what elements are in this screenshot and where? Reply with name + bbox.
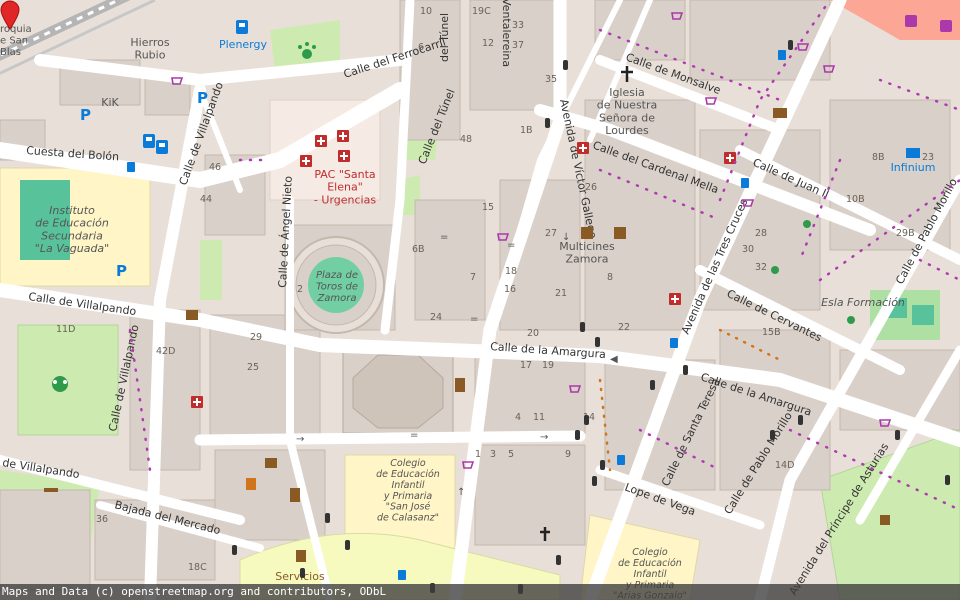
map-canvas[interactable]: Cuesta del Bolón Calle de Villalpando Ca… <box>0 0 960 600</box>
svg-text:→: → <box>296 434 304 445</box>
fuel-icon <box>236 20 248 34</box>
svg-text:↓: ↓ <box>562 232 570 243</box>
hn-7: 7 <box>470 272 476 283</box>
hn-8: 8 <box>607 272 613 283</box>
hn-19: 19 <box>542 360 554 371</box>
hn-12: 12 <box>482 38 494 49</box>
poi-kik: KiK <box>101 96 119 109</box>
parking-icon: P <box>116 262 127 280</box>
street-ventalereina: Ventalereina <box>500 0 513 67</box>
parking-icon: P <box>80 106 91 124</box>
parking-icon: P <box>197 89 208 107</box>
hn-22: 22 <box>618 322 630 333</box>
hn-1b: 1B <box>520 125 533 136</box>
restaurant-icon <box>246 478 256 490</box>
svg-text:=: = <box>507 240 515 251</box>
fuel-icon <box>143 134 155 148</box>
hn-3: 3 <box>490 449 496 460</box>
hn-23: 23 <box>922 152 934 163</box>
map-view[interactable]: Cuesta del Bolón Calle de Villalpando Ca… <box>0 0 960 600</box>
hn-9: 9 <box>565 449 571 460</box>
bench-icon <box>44 488 58 492</box>
hn-2: 2 <box>297 284 303 295</box>
hn-35: 35 <box>545 74 557 85</box>
hn-16: 16 <box>504 284 516 295</box>
atm-icon <box>773 108 787 118</box>
hn-32: 32 <box>755 262 767 273</box>
hn-29: 29 <box>250 332 262 343</box>
poi-plenergy: Plenergy <box>219 38 268 51</box>
hn-6: 6 <box>418 42 424 53</box>
hn-48: 48 <box>460 134 472 145</box>
hn-37: 37 <box>512 40 524 51</box>
hn-25: 25 <box>247 362 259 373</box>
svg-text:=: = <box>440 232 448 243</box>
hn-8b: 8B <box>872 152 885 163</box>
hn-5: 5 <box>508 449 514 460</box>
svg-text:↑: ↑ <box>457 487 465 498</box>
hn-20: 20 <box>527 328 539 339</box>
hn-14d: 14D <box>775 460 794 471</box>
market-building <box>342 344 454 434</box>
hn-18c: 18C <box>188 562 207 573</box>
info-board-icon <box>906 148 920 158</box>
hn-44: 44 <box>200 194 212 205</box>
hn-17: 17 <box>520 360 532 371</box>
fuel-icon <box>156 140 168 154</box>
hn-42d: 42D <box>156 346 175 357</box>
hn-10b: 10B <box>846 194 865 205</box>
hn-29b: 29B <box>896 228 915 239</box>
poi-hierros-rubio: Hierros Rubio <box>130 36 169 62</box>
hn-36: 36 <box>96 514 108 525</box>
svg-text:◀: ◀ <box>610 354 618 365</box>
hn-10: 10 <box>420 6 432 17</box>
hn-15: 15 <box>482 202 494 213</box>
hn-28: 28 <box>755 228 767 239</box>
hn-4: 4 <box>515 412 521 423</box>
hn-21: 21 <box>555 288 567 299</box>
poi-multicines: Multicines Zamora <box>559 240 615 266</box>
poi-esla-formacion: Esla Formación <box>821 296 905 309</box>
hn-15b: 15B <box>762 327 781 338</box>
hn-1: 1 <box>475 449 481 460</box>
hn-30: 30 <box>742 244 754 255</box>
hn-46: 46 <box>209 162 221 173</box>
hn-11d: 11D <box>56 324 75 335</box>
location-marker-pin[interactable] <box>0 0 20 30</box>
street-calle-del-tunel-2: del Túnel <box>438 13 451 62</box>
poi-plaza-toros: Plaza de Toros de Zamora <box>316 270 358 304</box>
playground-icon <box>52 376 68 392</box>
svg-text:=: = <box>470 314 478 325</box>
hn-18: 18 <box>505 266 517 277</box>
hn-27: 27 <box>545 228 557 239</box>
hn-11: 11 <box>533 412 545 423</box>
svg-text:→: → <box>540 432 548 443</box>
map-attribution[interactable]: Maps and Data (c) openstreetmap.org and … <box>0 584 960 600</box>
hn-6b: 6B <box>412 244 425 255</box>
hn-19c: 19C <box>472 6 491 17</box>
cafe-icon <box>880 515 890 525</box>
hn-24: 24 <box>430 312 442 323</box>
hn-33: 33 <box>512 20 524 31</box>
svg-text:=: = <box>410 430 418 441</box>
hn-26: 26 <box>585 182 597 193</box>
